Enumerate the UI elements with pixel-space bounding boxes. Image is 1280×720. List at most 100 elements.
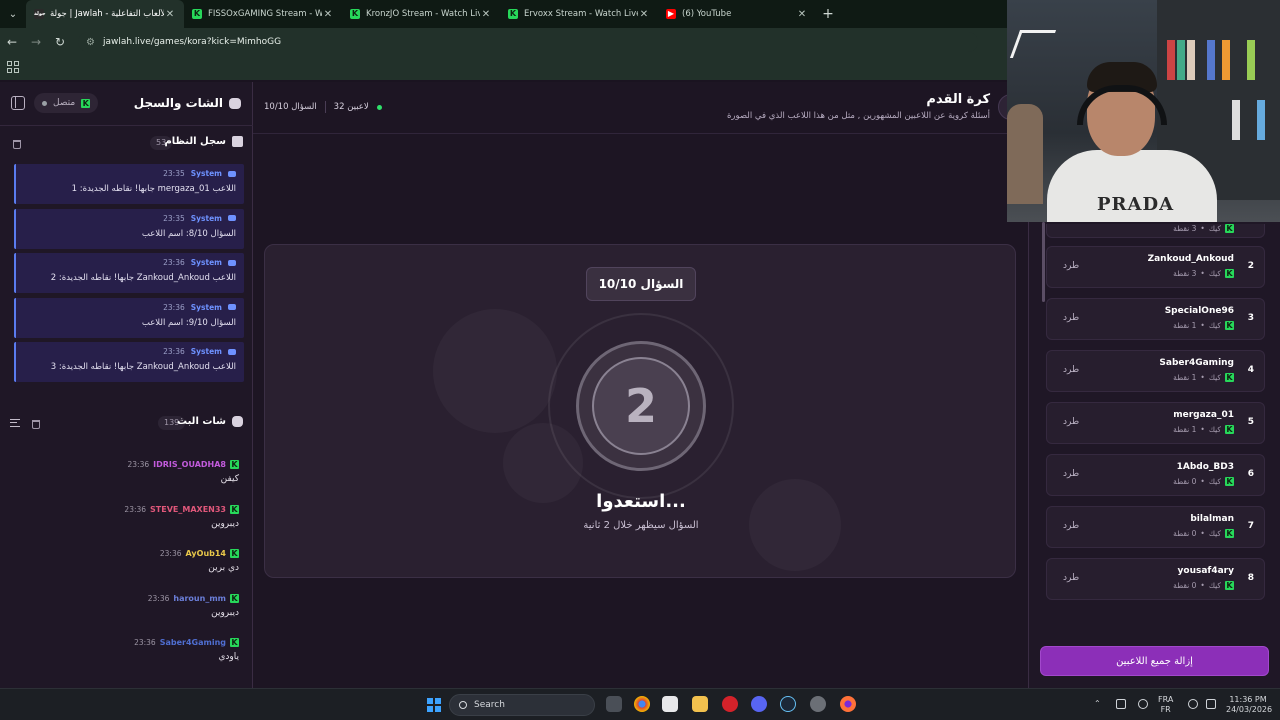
clock-time: 11:36 PM xyxy=(1229,695,1267,704)
clock-date: 24/03/2026 xyxy=(1226,705,1273,714)
chat-username[interactable]: IDRIS_OUADHA8 xyxy=(153,460,226,469)
new-tab-button[interactable]: + xyxy=(816,6,840,22)
clock[interactable]: 11:36 PM 24/03/2026 xyxy=(1226,695,1273,715)
panel-title: الشات والسجل xyxy=(134,96,241,110)
browser-tab[interactable]: K FISSOxGAMING Stream - Watch Live on Kic… xyxy=(184,0,342,28)
player-points: 0 نقطة xyxy=(1173,581,1197,590)
remove-all-players-button[interactable]: إزالة جميع اللاعبين xyxy=(1040,646,1269,676)
kick-player-button[interactable]: طرد xyxy=(1063,469,1079,479)
tab-close-icon[interactable]: ✕ xyxy=(322,9,334,20)
network-icon[interactable] xyxy=(1116,699,1126,709)
players-scrollbar[interactable] xyxy=(1042,222,1045,302)
back-button[interactable]: ← xyxy=(0,35,24,49)
clear-log-icon[interactable] xyxy=(13,140,21,149)
book xyxy=(1222,40,1230,80)
chat-username[interactable]: haroun_mm xyxy=(173,594,226,603)
kick-icon: K xyxy=(1225,529,1234,538)
stream-chat-list: 23:36 IDRIS_OUADHA8 K كيفن 23:36 STEVE_MAXEN3… xyxy=(0,452,253,682)
chat-log-header: متصل K الشات والسجل xyxy=(0,82,253,126)
mic-icon[interactable] xyxy=(1138,699,1148,709)
player-points: 0 نقطة xyxy=(1173,529,1197,538)
tab-close-icon[interactable]: ✕ xyxy=(796,9,808,20)
collapse-panel-icon[interactable] xyxy=(11,96,25,110)
kick-icon: K xyxy=(1225,224,1234,233)
shirt-logo: PRADA xyxy=(1097,194,1175,215)
discord-icon xyxy=(228,304,236,310)
kick-icon: K xyxy=(1225,425,1234,434)
player-platform: كيك xyxy=(1208,269,1221,278)
forward-button[interactable]: → xyxy=(24,35,48,49)
player-platform: كيك xyxy=(1208,477,1221,486)
tab-favicon-icon: K xyxy=(192,9,202,19)
system-log-meta: 23:36 System xyxy=(163,303,236,312)
stream-chat-header: 139 شات البث xyxy=(0,412,253,436)
kick-player-button[interactable]: طرد xyxy=(1063,521,1079,531)
steam-icon[interactable] xyxy=(780,696,796,712)
kick-player-button[interactable]: طرد xyxy=(1063,313,1079,323)
filter-icon[interactable] xyxy=(10,419,20,427)
settings-icon[interactable] xyxy=(810,696,826,712)
separator: • xyxy=(1200,373,1205,382)
chrome-icon[interactable] xyxy=(634,696,650,712)
player-platform: كيك xyxy=(1208,581,1221,590)
player-name: yousaf4ary xyxy=(1177,566,1234,576)
kick-player-button[interactable]: طرد xyxy=(1063,417,1079,427)
site-info-icon[interactable]: ⚙ xyxy=(86,37,95,48)
player-card: 5 mergaza_01 K كيك • 1 نقطة طرد xyxy=(1046,402,1265,444)
chat-username[interactable]: STEVE_MAXEN33 xyxy=(150,505,226,514)
player-points: 1 نقطة xyxy=(1173,321,1197,330)
discord-icon xyxy=(228,348,236,355)
tab-search-menu[interactable]: ⌄ xyxy=(0,0,26,28)
browser-tab[interactable]: K KronzJO Stream - Watch Live on Kick✕ xyxy=(342,0,500,28)
browser-tab[interactable]: K Ervoxx Stream - Watch Live on Kick✕ xyxy=(500,0,658,28)
system-log-sender: System xyxy=(190,347,222,356)
opera-icon[interactable] xyxy=(722,696,738,712)
kick-player-button[interactable]: طرد xyxy=(1063,365,1079,375)
snipping-icon[interactable] xyxy=(662,696,678,712)
kick-icon: K xyxy=(1225,269,1234,278)
browser-tab[interactable]: ▶ (6) YouTube ✕ xyxy=(658,0,816,28)
discord-icon xyxy=(228,170,236,177)
chat-message-meta: 23:36 IDRIS_OUADHA8 K xyxy=(128,460,239,469)
discord-icon xyxy=(228,215,236,221)
firefox-icon[interactable] xyxy=(840,696,856,712)
kick-player-button[interactable]: طرد xyxy=(1063,261,1079,271)
book xyxy=(1247,40,1255,80)
chat-username[interactable]: Saber4Gaming xyxy=(160,638,226,647)
reload-button[interactable]: ↻ xyxy=(48,35,72,49)
url-field[interactable]: ⚙ jawlah.live/games/kora?kick=MimhoGG xyxy=(78,32,978,52)
kick-icon: K xyxy=(1225,477,1234,486)
task-view-icon[interactable] xyxy=(606,696,622,712)
tray-chevron-icon[interactable]: ⌃ xyxy=(1094,699,1101,709)
volume-icon[interactable] xyxy=(1206,699,1216,709)
kick-icon: K xyxy=(1225,373,1234,382)
system-log-item: 23:35 System السؤال 8/10: اسم اللاعب xyxy=(14,208,244,249)
chat-text: دي برين xyxy=(208,563,239,573)
system-log-meta: 23:35 System xyxy=(163,169,236,178)
system-log-title-text: سجل النظام xyxy=(164,136,226,147)
system-log-title: سجل النظام xyxy=(164,136,243,147)
tab-close-icon[interactable]: ✕ xyxy=(164,9,176,20)
player-card: 6 1Abdo_BD3 K كيك • 0 نقطة طرد xyxy=(1046,454,1265,496)
language-indicator[interactable]: FRA FR xyxy=(1158,695,1173,715)
player-meta: K كيك • 0 نقطة xyxy=(1173,529,1234,538)
tab-close-icon[interactable]: ✕ xyxy=(638,9,650,20)
discord-icon[interactable] xyxy=(751,696,767,712)
wifi-icon[interactable] xyxy=(1188,699,1198,709)
language-bottom: FR xyxy=(1160,705,1171,714)
chat-username[interactable]: AyOub14 xyxy=(186,549,226,558)
player-name: 1Abdo_BD3 xyxy=(1176,462,1234,472)
clear-chat-icon[interactable] xyxy=(32,420,40,429)
player-rank: 4 xyxy=(1247,365,1254,375)
url-text: jawlah.live/games/kora?kick=MimhoGG xyxy=(102,37,282,47)
taskbar-search[interactable]: Search xyxy=(449,694,595,716)
browser-tab[interactable]: جولة جولة | Jawlah - منصة الألعاب التفاعل… xyxy=(26,0,184,28)
system-log-meta: 23:35 System xyxy=(163,214,236,223)
file-explorer-icon[interactable] xyxy=(692,696,708,712)
tab-close-icon[interactable]: ✕ xyxy=(480,9,492,20)
windows-start-icon[interactable] xyxy=(427,698,441,712)
kick-player-button[interactable]: طرد xyxy=(1063,573,1079,583)
kick-icon: K xyxy=(230,593,239,603)
apps-grid-icon[interactable] xyxy=(7,61,19,73)
bookmarks-bar xyxy=(0,56,1010,80)
